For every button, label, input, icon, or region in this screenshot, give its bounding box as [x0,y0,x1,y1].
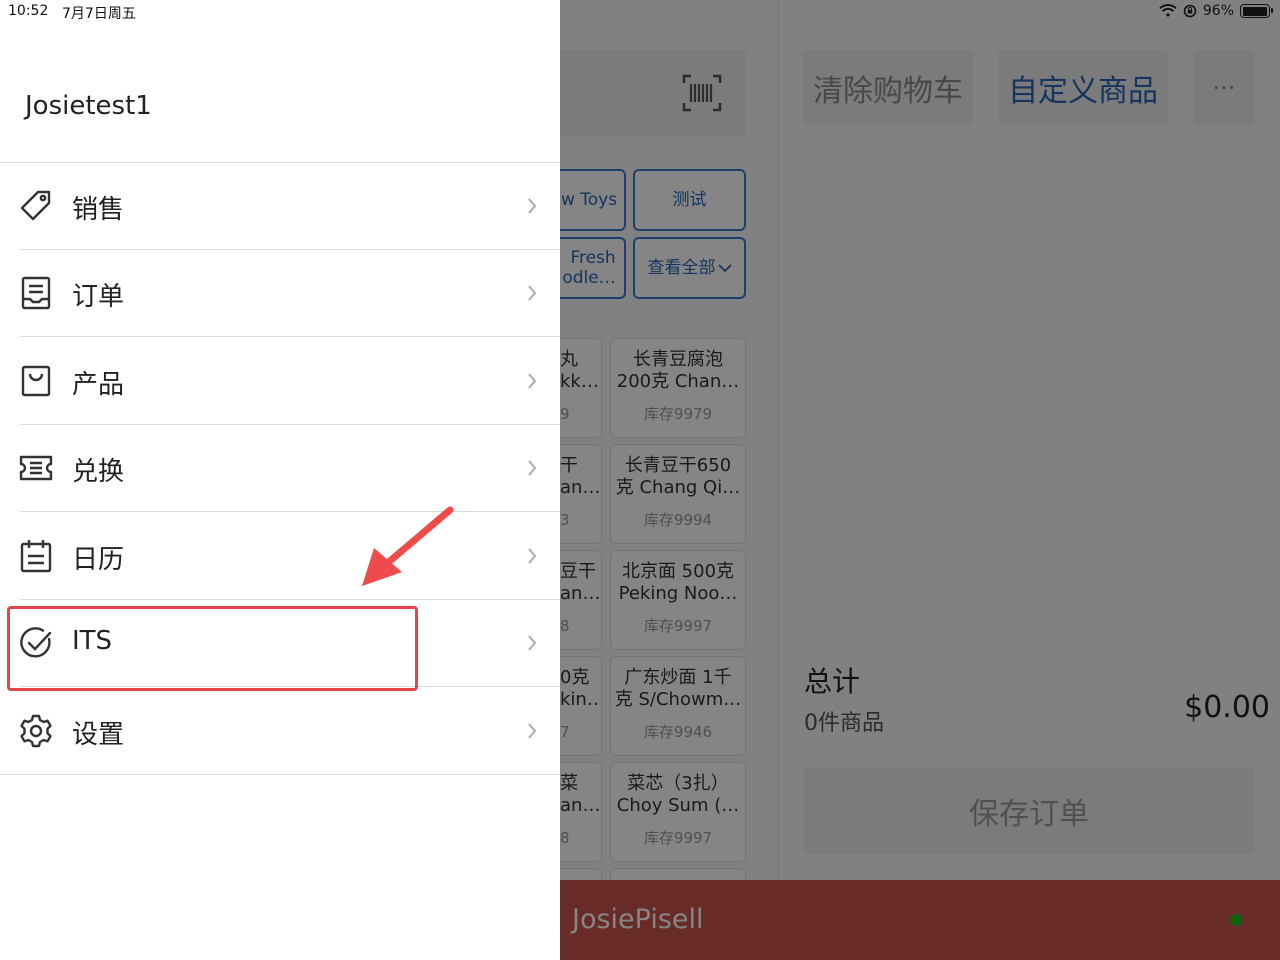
menu-divider [0,774,560,775]
menu-label: 销售 [72,195,125,225]
navigation-drawer: Josietest1 销售 订单 产品 兑换 日历 ITS 设置 [0,0,560,960]
menu-label: 日历 [72,545,125,575]
menu-item-orders[interactable]: 订单 [0,250,560,337]
menu-item-settings[interactable]: 设置 [0,688,560,775]
menu-item-sales[interactable]: 销售 [0,163,560,250]
menu-label: 兑换 [72,457,125,487]
menu-label: 产品 [72,370,125,400]
status-date: 7月7日周五 [62,6,136,22]
chevron-right-icon [527,284,537,302]
rotation-lock-icon [1183,4,1197,18]
status-right: 96% [1159,3,1273,19]
gear-icon [18,713,54,749]
menu-divider [20,336,560,337]
battery-percent: 96% [1202,3,1234,19]
menu-item-calendar[interactable]: 日历 [0,513,560,600]
receipt-icon [18,275,54,311]
battery-icon [1240,4,1273,18]
battery-fill [1242,6,1267,16]
ticket-icon [18,450,54,486]
menu-item-redeem[interactable]: 兑换 [0,425,560,512]
chevron-right-icon [527,547,537,565]
menu-item-products[interactable]: 产品 [0,338,560,425]
chevron-right-icon [527,634,537,652]
dim-overlay[interactable] [560,0,1280,960]
annotation-arrow-icon [340,500,460,595]
shopping-bag-icon [18,363,54,399]
chevron-right-icon [527,722,537,740]
chevron-right-icon [527,459,537,477]
menu-label: 订单 [72,282,125,312]
annotation-highlight-box [7,606,418,691]
tag-icon [18,188,54,224]
chevron-right-icon [527,197,537,215]
menu-label: 设置 [72,720,125,750]
calendar-icon [18,538,54,574]
status-time: 10:52 [8,3,49,19]
wifi-icon [1159,4,1177,17]
menu-divider [20,511,560,512]
status-bar: 10:52 7月7日周五 96% [0,0,1280,24]
username: Josietest1 [25,91,152,121]
chevron-right-icon [527,372,537,390]
